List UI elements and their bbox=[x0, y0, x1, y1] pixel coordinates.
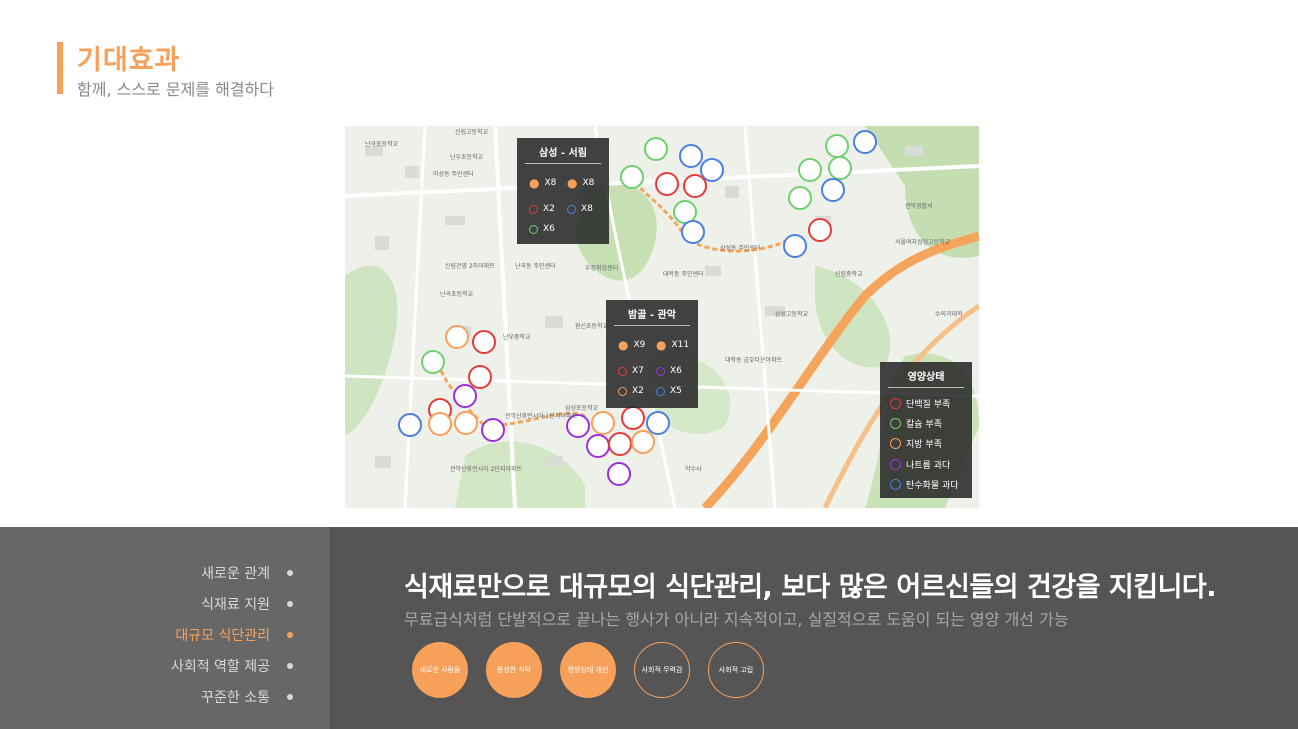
nav-label: 꾸준한 소통 bbox=[201, 690, 270, 706]
protein-ring-icon bbox=[529, 204, 538, 214]
svg-text:대학동 금호타운아파트: 대학동 금호타운아파트 bbox=[725, 356, 783, 364]
fat-legend-icon bbox=[890, 438, 901, 449]
nav-label: 식재료 지원 bbox=[201, 597, 270, 613]
svg-text:관악산휴먼시아 2단지아파트: 관악산휴먼시아 2단지아파트 bbox=[450, 465, 522, 473]
circle-new-people[interactable]: 새로운 사람들 bbox=[412, 642, 468, 698]
youth-icon: ● bbox=[656, 338, 667, 352]
svg-text:난우초등학교: 난우초등학교 bbox=[450, 153, 484, 161]
main-headline: 식재료만으로 대규모의 식단관리, 보다 많은 어르신들의 건강을 지킵니다. bbox=[404, 572, 1217, 603]
circle-social-isolation[interactable]: 사회적 고립 bbox=[708, 642, 764, 698]
circle-label: 새로운 사람들 bbox=[419, 666, 461, 674]
svg-text:난곡초등학교: 난곡초등학교 bbox=[365, 140, 399, 148]
carb-legend-icon bbox=[890, 479, 901, 490]
nav-dot-icon bbox=[287, 632, 293, 638]
svg-text:삼성동 주민센터: 삼성동 주민센터 bbox=[720, 244, 761, 252]
header-accent-bar bbox=[57, 42, 63, 94]
circle-label: 영양상태 개선 bbox=[567, 666, 609, 674]
svg-text:삼성고등학교: 삼성고등학교 bbox=[775, 310, 809, 318]
carb-ring-icon bbox=[656, 386, 665, 396]
nav-label: 사회적 역할 제공 bbox=[170, 659, 270, 675]
legend-label: 칼슘 부족 bbox=[906, 420, 942, 430]
ring-count: X8 bbox=[581, 204, 593, 214]
legend-label: 지방 부족 bbox=[906, 440, 942, 450]
nav-label: 대규모 식단관리 bbox=[175, 628, 270, 644]
legend-title: 영양상태 bbox=[888, 362, 964, 388]
ring-count: X6 bbox=[543, 224, 555, 234]
svg-text:관악경찰서: 관악경찰서 bbox=[905, 202, 933, 210]
nav-item-social-role[interactable]: 사회적 역할 제공 bbox=[171, 656, 293, 676]
svg-text:신림고등학교: 신림고등학교 bbox=[455, 128, 489, 136]
carb-ring-icon bbox=[567, 204, 576, 214]
main-subline: 무료급식처럼 단발적으로 끝나는 행사가 아니라 지속적이고, 실질적으로 도움… bbox=[404, 610, 1069, 629]
fat-ring-icon bbox=[618, 386, 627, 396]
elder-icon: ● bbox=[529, 176, 540, 190]
elder-count: X9 bbox=[633, 340, 646, 350]
ring-count: X6 bbox=[670, 366, 682, 376]
svg-text:미성동 주민센터: 미성동 주민센터 bbox=[433, 170, 474, 178]
protein-legend-icon bbox=[890, 398, 901, 409]
svg-text:신림중학교: 신림중학교 bbox=[835, 270, 863, 278]
page-title: 기대효과 bbox=[77, 45, 181, 76]
bottom-panel: 새로운 관계 식재료 지원 대규모 식단관리 사회적 역할 제공 꾸준한 소통 … bbox=[0, 527, 1298, 729]
sodium-ring-icon bbox=[656, 366, 665, 376]
area-box-samseong: 삼성 - 서림 ● X8 ● X8 X2 X8 X6 bbox=[517, 138, 609, 244]
circle-nutrition-improvement[interactable]: 영양상태 개선 bbox=[560, 642, 616, 698]
ring-count: X2 bbox=[543, 204, 555, 214]
nav-item-steady-communication[interactable]: 꾸준한 소통 bbox=[201, 687, 293, 707]
svg-text:신림건영 2차아파트: 신림건영 2차아파트 bbox=[445, 262, 495, 270]
legend-label: 탄수화물 과다 bbox=[906, 481, 959, 491]
calcium-ring-icon bbox=[529, 224, 538, 234]
circle-label: 풍성한 식탁 bbox=[496, 666, 532, 674]
nav-item-new-relationship[interactable]: 새로운 관계 bbox=[201, 563, 293, 583]
circle-social-helplessness[interactable]: 사회적 무력감 bbox=[634, 642, 690, 698]
svg-text:수의과대학: 수의과대학 bbox=[935, 310, 963, 318]
svg-text:난곡동 주민센터: 난곡동 주민센터 bbox=[515, 262, 556, 270]
sodium-legend-icon bbox=[890, 459, 901, 470]
page-subtitle: 함께, 스스로 문제를 해결하다 bbox=[77, 80, 274, 99]
svg-text:관악산휴먼시아 1단지아파트: 관악산휴먼시아 1단지아파트 bbox=[505, 412, 577, 420]
nutrition-legend: 영양상태 단백질 부족 칼슘 부족 지방 부족 나트륨 과다 탄수화물 과다 bbox=[880, 362, 972, 498]
nav-item-diet-management[interactable]: 대규모 식단관리 bbox=[175, 625, 293, 645]
youth-count: X11 bbox=[671, 340, 690, 350]
svg-text:서울여자상업고등학교: 서울여자상업고등학교 bbox=[895, 238, 951, 246]
svg-text:우정취업센터: 우정취업센터 bbox=[585, 264, 618, 272]
nav-dot-icon bbox=[287, 663, 293, 669]
svg-text:대학동 주민센터: 대학동 주민센터 bbox=[663, 270, 704, 278]
youth-icon: ● bbox=[567, 176, 578, 190]
circle-label: 사회적 고립 bbox=[718, 666, 754, 674]
circle-label: 사회적 무력감 bbox=[641, 666, 683, 674]
elder-count: X8 bbox=[544, 178, 557, 188]
youth-count: X8 bbox=[582, 178, 595, 188]
ring-count: X2 bbox=[632, 386, 644, 396]
circle-rich-table[interactable]: 풍성한 식탁 bbox=[486, 642, 542, 698]
map-image: 신림고등학교 난곡초등학교 난우초등학교 미성동 주민센터 신림건영 2차아파트… bbox=[345, 126, 979, 508]
nav-dot-icon bbox=[287, 570, 293, 576]
area-box-title: 밤골 - 관악 bbox=[614, 300, 690, 326]
calcium-legend-icon bbox=[890, 418, 901, 429]
svg-text:약수사: 약수사 bbox=[685, 465, 702, 473]
nav-dot-icon bbox=[287, 601, 293, 607]
legend-label: 단백질 부족 bbox=[906, 400, 951, 410]
svg-text:난우중학교: 난우중학교 bbox=[503, 333, 531, 341]
svg-text:난곡초등학교: 난곡초등학교 bbox=[440, 290, 474, 298]
nav-dot-icon bbox=[287, 694, 293, 700]
elder-icon: ● bbox=[618, 338, 629, 352]
protein-ring-icon bbox=[618, 366, 627, 376]
ring-count: X7 bbox=[632, 366, 644, 376]
nav-label: 새로운 관계 bbox=[201, 566, 270, 582]
ring-count: X5 bbox=[670, 386, 682, 396]
svg-text:원신초등학교: 원신초등학교 bbox=[575, 322, 609, 330]
area-box-bamgol: 밤골 - 관악 ● X9 ● X11 X7 X6 X2 X5 bbox=[606, 300, 698, 408]
sidebar-nav: 새로운 관계 식재료 지원 대규모 식단관리 사회적 역할 제공 꾸준한 소통 bbox=[0, 527, 330, 729]
legend-label: 나트륨 과다 bbox=[906, 461, 951, 471]
svg-text:삼성초등학교: 삼성초등학교 bbox=[565, 404, 599, 412]
nav-item-ingredient-support[interactable]: 식재료 지원 bbox=[201, 594, 293, 614]
area-box-title: 삼성 - 서림 bbox=[525, 138, 601, 164]
